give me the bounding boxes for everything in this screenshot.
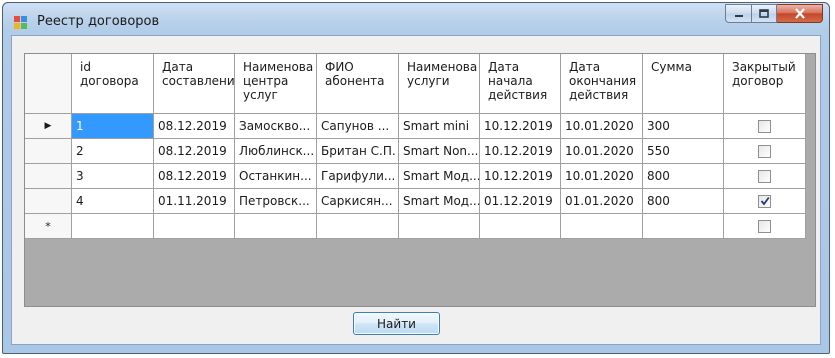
cell-fio[interactable]: [317, 214, 399, 239]
title-bar[interactable]: Реестр договоров: [3, 3, 829, 35]
main-window: Реестр договоров id договора Дата состав…: [2, 2, 830, 354]
column-header-date[interactable]: Дата составлени: [154, 54, 235, 114]
check-mark-icon: [760, 196, 770, 206]
close-button[interactable]: [777, 4, 823, 23]
cell-fio[interactable]: Гарифули...: [317, 164, 399, 189]
cell-center[interactable]: Петровск...: [235, 189, 317, 214]
cell-closed: [724, 214, 806, 239]
cell-service[interactable]: Smart mini: [399, 114, 480, 139]
row-header[interactable]: *: [25, 214, 72, 239]
cell-fio[interactable]: Сапунов ...: [317, 114, 399, 139]
cell-id[interactable]: [72, 214, 154, 239]
caption-buttons: [725, 4, 823, 24]
column-header-center[interactable]: Наименова центра услуг: [235, 54, 317, 114]
column-header-fio[interactable]: ФИО абонента: [317, 54, 399, 114]
closed-checkbox[interactable]: [758, 219, 771, 233]
closed-checkbox[interactable]: [758, 119, 771, 133]
cell-sum[interactable]: 550: [643, 139, 724, 164]
cell-start-date[interactable]: 01.12.2019: [480, 189, 561, 214]
close-icon: [794, 8, 805, 19]
cell-start-date[interactable]: [480, 214, 561, 239]
new-row-indicator-icon: *: [45, 219, 51, 233]
cell-start-date[interactable]: 10.12.2019: [480, 164, 561, 189]
cell-center[interactable]: Останкин...: [235, 164, 317, 189]
cell-center[interactable]: [235, 214, 317, 239]
window-title: Реестр договоров: [37, 14, 160, 29]
cell-closed: [724, 139, 806, 164]
table-row[interactable]: ▶ 1 08.12.2019 Замоскво... Сапунов ... S…: [25, 114, 806, 139]
cell-center[interactable]: Замоскво...: [235, 114, 317, 139]
row-header[interactable]: [25, 189, 72, 214]
grid-header-row: id договора Дата составлени Наименова це…: [25, 54, 806, 114]
current-row-indicator-icon: ▶: [44, 121, 52, 131]
cell-service[interactable]: Smart Мод...: [399, 164, 480, 189]
closed-checkbox[interactable]: [758, 144, 771, 158]
app-icon: [14, 16, 27, 29]
column-header-closed[interactable]: Закрытый договор: [724, 54, 806, 114]
closed-checkbox[interactable]: [758, 194, 771, 208]
column-header-start-date[interactable]: Дата начала действия: [480, 54, 561, 114]
cell-date[interactable]: 08.12.2019: [154, 139, 235, 164]
row-header[interactable]: [25, 139, 72, 164]
cell-date[interactable]: 08.12.2019: [154, 164, 235, 189]
new-row[interactable]: *: [25, 214, 806, 239]
cell-fio[interactable]: Британ С.П.: [317, 139, 399, 164]
table-row[interactable]: 3 08.12.2019 Останкин... Гарифули... Sma…: [25, 164, 806, 189]
cell-sum[interactable]: 800: [643, 189, 724, 214]
cell-date[interactable]: 08.12.2019: [154, 114, 235, 139]
cell-id[interactable]: 4: [72, 189, 154, 214]
cell-id[interactable]: 1: [72, 114, 154, 139]
cell-sum[interactable]: 300: [643, 114, 724, 139]
cell-end-date[interactable]: 10.01.2020: [561, 164, 643, 189]
cell-id[interactable]: 3: [72, 164, 154, 189]
table-row[interactable]: 4 01.11.2019 Петровск... Саркисян... Sma…: [25, 189, 806, 214]
cell-service[interactable]: Smart Мод...: [399, 189, 480, 214]
cell-sum[interactable]: 800: [643, 164, 724, 189]
row-header[interactable]: [25, 164, 72, 189]
column-header-id[interactable]: id договора: [72, 54, 154, 114]
contracts-grid[interactable]: id договора Дата составлени Наименова це…: [24, 53, 816, 307]
cell-start-date[interactable]: 10.12.2019: [480, 114, 561, 139]
column-header-sum[interactable]: Сумма: [643, 54, 724, 114]
cell-end-date[interactable]: 10.01.2020: [561, 139, 643, 164]
cell-sum[interactable]: [643, 214, 724, 239]
cell-start-date[interactable]: 10.12.2019: [480, 139, 561, 164]
row-header[interactable]: ▶: [25, 114, 72, 139]
minimize-button[interactable]: [725, 4, 751, 23]
cell-closed: [724, 114, 806, 139]
cell-date[interactable]: [154, 214, 235, 239]
closed-checkbox[interactable]: [758, 169, 771, 183]
cell-end-date[interactable]: [561, 214, 643, 239]
cell-service[interactable]: Smart Non...: [399, 139, 480, 164]
cell-fio[interactable]: Саркисян...: [317, 189, 399, 214]
cell-id[interactable]: 2: [72, 139, 154, 164]
client-area: id договора Дата составлени Наименова це…: [11, 35, 821, 345]
column-header-service[interactable]: Наименова услуги: [399, 54, 480, 114]
minimize-icon: [734, 14, 743, 17]
corner-header[interactable]: [25, 54, 72, 114]
find-button[interactable]: Найти: [353, 312, 440, 335]
cell-end-date[interactable]: 10.01.2020: [561, 114, 643, 139]
maximize-button[interactable]: [751, 4, 777, 23]
maximize-icon: [759, 8, 769, 18]
table-row[interactable]: 2 08.12.2019 Люблинск... Британ С.П. Sma…: [25, 139, 806, 164]
cell-closed: [724, 164, 806, 189]
cell-center[interactable]: Люблинск...: [235, 139, 317, 164]
cell-date[interactable]: 01.11.2019: [154, 189, 235, 214]
column-header-end-date[interactable]: Дата окончания действия: [561, 54, 643, 114]
cell-service[interactable]: [399, 214, 480, 239]
cell-closed: [724, 189, 806, 214]
cell-end-date[interactable]: 01.01.2020: [561, 189, 643, 214]
